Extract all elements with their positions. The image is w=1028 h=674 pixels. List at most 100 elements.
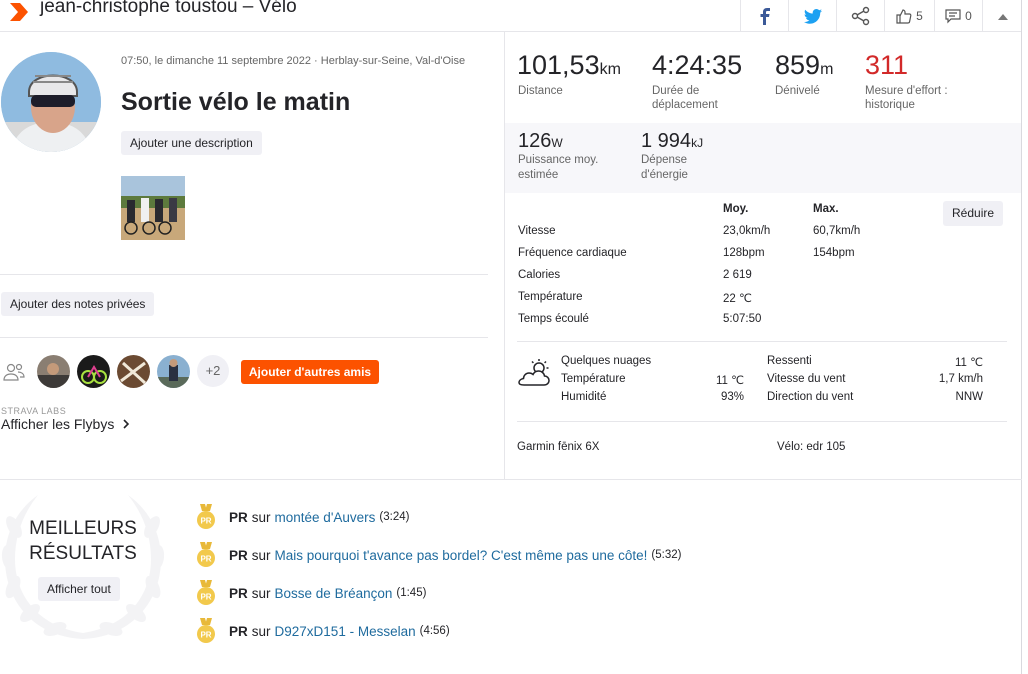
pr-connector: sur bbox=[251, 623, 271, 639]
stat-moving-time: 4:24:35 bbox=[652, 50, 742, 81]
weather-humidity-label: Humidité bbox=[561, 391, 607, 403]
column-separator bbox=[504, 32, 505, 479]
weather-wind-direction-value: NNW bbox=[955, 391, 983, 403]
table-cell-max: 60,7km/h bbox=[813, 225, 861, 237]
share-facebook-button[interactable] bbox=[740, 0, 788, 32]
best-results-title-line2: RÉSULTATS bbox=[29, 543, 137, 564]
table-header-avg: Moy. bbox=[723, 203, 749, 215]
effort-label: Mesure d'effort : historique bbox=[865, 85, 948, 111]
pr-connector: sur bbox=[251, 585, 271, 601]
activity-header: jean-christophe toustou – Vélo 5 0 bbox=[0, 0, 1022, 32]
comments-button[interactable]: 0 bbox=[934, 0, 982, 32]
segment-time: (1:45) bbox=[396, 587, 427, 599]
kudos-count: 5 bbox=[916, 9, 923, 23]
avatar[interactable] bbox=[1, 52, 101, 152]
power-value: 126 bbox=[518, 130, 552, 152]
power-label: Puissance moy. estimée bbox=[518, 154, 599, 181]
athlete-photo bbox=[1, 52, 101, 152]
page-title: jean-christophe toustou – Vélo bbox=[40, 0, 297, 17]
stat-distance: 101,53km bbox=[517, 50, 621, 81]
table-cell-avg: 128bpm bbox=[723, 247, 765, 259]
thumbs-up-icon bbox=[896, 9, 912, 24]
collapse-up-icon bbox=[997, 13, 1008, 20]
table-cell-avg: 5:07:50 bbox=[723, 313, 762, 325]
pr-badge: PR bbox=[229, 585, 248, 601]
add-friends-button[interactable]: Ajouter d'autres amis bbox=[241, 360, 379, 384]
section-divider bbox=[0, 274, 488, 275]
best-results-title-line1: MEILLEURS bbox=[29, 518, 137, 539]
section-divider bbox=[517, 421, 1007, 422]
weather-wind-speed-value: 1,7 km/h bbox=[938, 373, 983, 385]
pr-connector: sur bbox=[251, 509, 271, 525]
table-row-label: Calories bbox=[518, 269, 561, 281]
share-icon bbox=[851, 6, 869, 26]
pr-medal-icon: PR bbox=[197, 580, 215, 605]
flybys-label: Afficher les Flybys bbox=[1, 416, 115, 432]
list-item: PR PR sur montée d'Auvers (3:24) bbox=[196, 504, 409, 530]
table-header-max: Max. bbox=[813, 203, 839, 215]
strava-labs-label: STRAVA LABS bbox=[1, 406, 67, 416]
activity-photo-thumbnail[interactable] bbox=[121, 176, 185, 240]
pr-badge: PR bbox=[229, 509, 248, 525]
chevron-right-icon bbox=[123, 419, 130, 429]
table-row-label: Fréquence cardiaque bbox=[518, 247, 627, 259]
weather-feels-like-value: 11 ℃ bbox=[954, 357, 983, 369]
header-actions: 5 0 bbox=[740, 0, 1022, 32]
distance-label: Distance bbox=[518, 85, 563, 97]
best-results-title: MEILLEURS RÉSULTATS bbox=[2, 516, 164, 566]
bike-name[interactable]: Vélo: edr 105 bbox=[777, 441, 845, 453]
friend-avatar[interactable] bbox=[157, 355, 190, 388]
svg-text:PR: PR bbox=[200, 517, 211, 526]
energy-value: 1 994 bbox=[641, 130, 692, 152]
segment-link[interactable]: Bosse de Bréançon bbox=[275, 586, 393, 601]
section-divider bbox=[0, 337, 488, 338]
list-item: PR PR sur Bosse de Bréançon (1:45) bbox=[196, 580, 426, 606]
add-description-button[interactable]: Ajouter une description bbox=[121, 131, 262, 155]
section-divider bbox=[0, 479, 1022, 480]
svg-text:PR: PR bbox=[200, 593, 211, 602]
weather-temperature-label: Température bbox=[561, 373, 626, 385]
flybys-link[interactable]: Afficher les Flybys bbox=[1, 416, 130, 432]
show-all-results-button[interactable]: Afficher tout bbox=[38, 577, 120, 601]
share-twitter-button[interactable] bbox=[788, 0, 836, 32]
elevation-label: Dénivelé bbox=[775, 85, 820, 97]
collapse-details-button[interactable]: Réduire bbox=[943, 201, 1004, 226]
weather-wind-speed-label: Vitesse du vent bbox=[767, 373, 846, 385]
segment-time: (3:24) bbox=[379, 511, 410, 523]
weather-humidity-value: 93% bbox=[720, 391, 744, 403]
collapse-header-button[interactable] bbox=[982, 0, 1022, 32]
elevation-unit: m bbox=[820, 61, 834, 78]
weather-temperature-value: 11 ℃ bbox=[715, 375, 744, 387]
segment-link[interactable]: D927xD151 - Messelan bbox=[275, 624, 416, 639]
section-divider bbox=[517, 341, 1007, 342]
pr-medal-icon: PR bbox=[197, 504, 215, 529]
weather-wind-direction-label: Direction du vent bbox=[767, 391, 854, 403]
pr-medal-icon: PR bbox=[197, 542, 215, 567]
segment-link[interactable]: montée d'Auvers bbox=[275, 510, 376, 525]
more-friends-count[interactable]: +2 bbox=[197, 355, 229, 387]
table-row-label: Temps écoulé bbox=[518, 313, 589, 325]
strava-chevron-icon[interactable] bbox=[8, 2, 30, 22]
table-cell-avg: 2 619 bbox=[723, 269, 752, 281]
list-item: PR PR sur D927xD151 - Messelan (4:56) bbox=[196, 618, 450, 644]
table-row-label: Température bbox=[518, 291, 583, 303]
add-private-notes-button[interactable]: Ajouter des notes privées bbox=[1, 292, 155, 316]
twitter-icon bbox=[803, 8, 822, 24]
table-cell-max: 154bpm bbox=[813, 247, 855, 259]
segment-time: (5:32) bbox=[651, 549, 682, 561]
kudos-button[interactable]: 5 bbox=[884, 0, 934, 32]
group-photo bbox=[121, 176, 185, 240]
svg-text:PR: PR bbox=[200, 555, 211, 564]
pr-badge: PR bbox=[229, 623, 248, 639]
segment-time: (4:56) bbox=[419, 625, 450, 637]
stat-energy: 1 994kJ bbox=[641, 130, 703, 153]
friend-avatar[interactable] bbox=[117, 355, 150, 388]
friend-avatar[interactable] bbox=[37, 355, 70, 388]
device-name: Garmin fēnix 6X bbox=[517, 441, 600, 453]
table-row-label: Vitesse bbox=[518, 225, 556, 237]
facebook-icon bbox=[760, 7, 770, 25]
share-button[interactable] bbox=[836, 0, 884, 32]
effort-value: 311 bbox=[865, 50, 909, 80]
segment-link[interactable]: Mais pourquoi t'avance pas bordel? C'est… bbox=[275, 548, 648, 563]
friend-avatar[interactable] bbox=[77, 355, 110, 388]
